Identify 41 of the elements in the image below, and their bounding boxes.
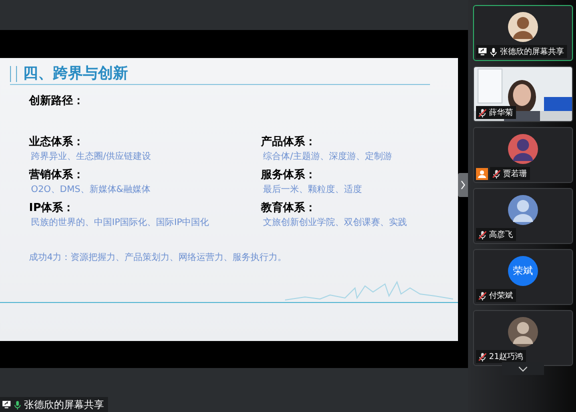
name-tag: 付荣斌 bbox=[476, 289, 516, 302]
expand-button[interactable] bbox=[502, 362, 544, 375]
participant-tile[interactable]: 贾若珊 bbox=[473, 127, 573, 183]
section-text: 跨界异业、生态圈/供应链建设 bbox=[31, 150, 152, 164]
name-tag: 张德欣的屏幕共享 bbox=[476, 45, 567, 58]
muted-mic-icon[interactable] bbox=[478, 230, 487, 240]
slide-footer: 成功4力：资源把握力、产品策划力、网络运营力、服务执行力。 bbox=[29, 250, 458, 264]
mic-icon[interactable] bbox=[489, 46, 498, 56]
section-text: O2O、DMS、新媒体&融媒体 bbox=[31, 184, 152, 196]
participant-tile[interactable]: 张德欣的屏幕共享 bbox=[473, 5, 573, 61]
mic-icon[interactable] bbox=[13, 400, 22, 410]
collapse-handle-icon[interactable] bbox=[458, 173, 468, 197]
screen-share-icon bbox=[2, 400, 11, 409]
slide-title: 四、跨界与创新 bbox=[23, 64, 128, 82]
screen-share-label: 张德欣的屏幕共享 bbox=[0, 397, 108, 412]
section-heading: 服务体系： bbox=[261, 168, 317, 182]
section-text: 综合体/主题游、深度游、定制游 bbox=[263, 150, 394, 164]
muted-mic-icon[interactable] bbox=[478, 290, 487, 300]
participant-tile[interactable]: 高彦飞 bbox=[473, 188, 573, 244]
name-tag: 高彦飞 bbox=[476, 228, 516, 241]
muted-mic-icon[interactable] bbox=[478, 352, 487, 362]
section-heading: 业态体系： bbox=[29, 134, 85, 148]
initials-avatar: 荣斌 bbox=[508, 256, 538, 286]
participant-tile[interactable]: 21赵巧鸿 bbox=[473, 310, 573, 366]
section-text: 最后一米、颗粒度、适度 bbox=[263, 184, 363, 196]
chevron-down-icon bbox=[518, 366, 528, 372]
section-heading: IP体系： bbox=[29, 200, 76, 214]
muted-mic-icon[interactable] bbox=[478, 108, 487, 118]
slide-subtitle: 创新路径： bbox=[29, 92, 85, 108]
section-heading: 产品体系： bbox=[261, 134, 317, 148]
title-bars-icon bbox=[10, 66, 17, 82]
participant-tile[interactable]: 荣斌 付荣斌 bbox=[473, 249, 573, 305]
muted-mic-icon[interactable] bbox=[492, 168, 501, 178]
name-tag: 21赵巧鸿 bbox=[476, 350, 526, 363]
name-tag: 薛华菊 bbox=[476, 106, 516, 119]
section-heading: 营销体系： bbox=[29, 168, 85, 182]
name-tag: 贾若珊 bbox=[490, 167, 530, 180]
participant-tile[interactable]: 薛华菊 bbox=[473, 66, 573, 122]
section-text: 文旅创新创业学院、双创课赛、实践 bbox=[263, 216, 408, 230]
section-text: 民族的世界的、中国IP国际化、国际IP中国化 bbox=[31, 216, 210, 230]
section-heading: 教育体系： bbox=[261, 200, 317, 214]
